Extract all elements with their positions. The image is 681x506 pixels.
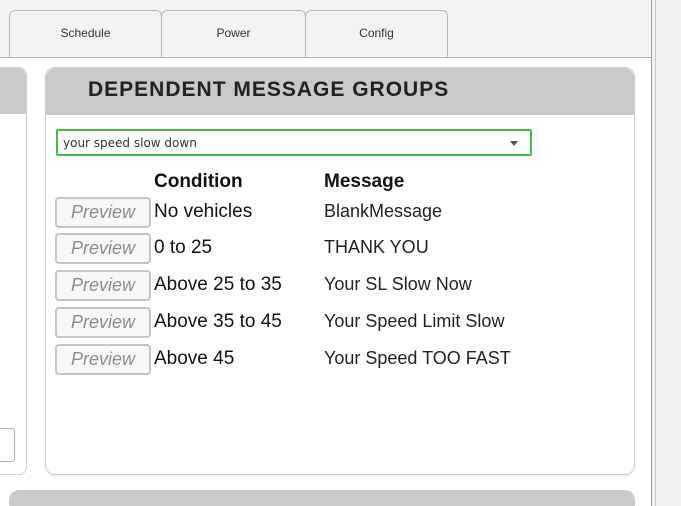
column-header-condition: Condition — [154, 171, 243, 192]
tab-label: Config — [359, 26, 394, 40]
message-cell: Your Speed TOO FAST — [324, 348, 511, 368]
message-cell: BlankMessage — [324, 201, 443, 221]
message-group-select[interactable]: your speed slow down — [56, 129, 532, 156]
condition-cell: Above 25 to 35 — [154, 274, 282, 295]
message-cell: THANK YOU — [324, 237, 429, 257]
preview-button[interactable]: Preview — [55, 197, 151, 228]
bottom-panel-header — [9, 490, 635, 506]
panel-header: DEPENDENT MESSAGE GROUPS — [46, 68, 634, 115]
table-row: Preview 0 to 25 THANK YOU — [55, 233, 615, 267]
table-row: Preview Above 25 to 35 Your SL Slow Now — [55, 270, 615, 304]
condition-cell: No vehicles — [154, 201, 253, 222]
tab-label: Power — [216, 26, 251, 40]
condition-cell: Above 45 — [154, 348, 235, 369]
chevron-down-icon[interactable] — [510, 141, 518, 146]
tab-schedule[interactable]: Schedule — [9, 10, 162, 58]
preview-button[interactable]: Preview — [55, 307, 151, 338]
tab-bar: Schedule Power Config — [0, 0, 651, 58]
table-row: Preview No vehicles BlankMessage — [55, 197, 615, 231]
scrollbar-divider — [655, 0, 656, 506]
condition-cell: Above 35 to 45 — [154, 311, 282, 332]
message-cell: Your Speed Limit Slow — [324, 311, 505, 331]
tab-power[interactable]: Power — [161, 10, 306, 58]
dependent-message-groups-panel: DEPENDENT MESSAGE GROUPS your speed slow… — [45, 67, 635, 475]
left-panel-header — [0, 68, 26, 114]
left-panel — [0, 67, 27, 475]
column-header-message: Message — [324, 171, 405, 192]
table-row: Preview Above 35 to 45 Your Speed Limit … — [55, 307, 615, 341]
tab-divider — [0, 57, 651, 58]
condition-cell: 0 to 25 — [154, 237, 213, 258]
preview-button[interactable]: Preview — [55, 344, 151, 375]
panel-title: DEPENDENT MESSAGE GROUPS — [88, 78, 450, 101]
left-panel-input[interactable] — [0, 428, 15, 462]
preview-button[interactable]: Preview — [55, 233, 151, 264]
preview-button[interactable]: Preview — [55, 270, 151, 301]
select-value: your speed slow down — [63, 136, 197, 150]
tab-config[interactable]: Config — [305, 10, 448, 58]
message-cell: Your SL Slow Now — [324, 274, 472, 294]
table-row: Preview Above 45 Your Speed TOO FAST — [55, 344, 615, 378]
tab-label: Schedule — [60, 26, 111, 40]
